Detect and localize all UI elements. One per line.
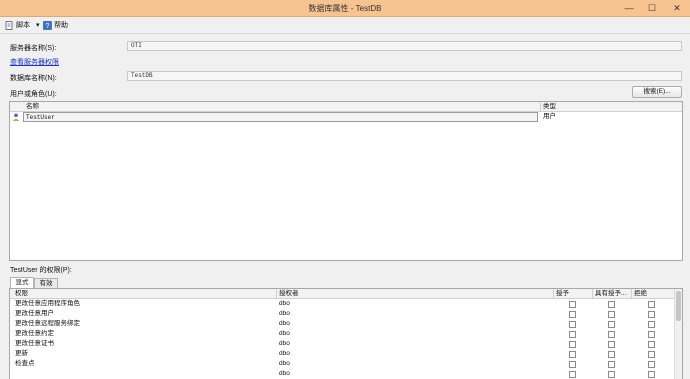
grant-checkbox[interactable] [569, 361, 576, 368]
permission-cell [13, 369, 275, 379]
chevron-down-icon[interactable]: ▾ [36, 22, 40, 29]
users-or-roles-label: 用户或角色(U): [10, 91, 57, 98]
grantor-cell: dbo [279, 300, 290, 307]
search-button[interactable]: 搜索(E)... [632, 86, 682, 98]
table-row[interactable]: dbo [10, 369, 674, 379]
with-grant-checkbox[interactable] [608, 341, 615, 348]
scrollbar-thumb[interactable] [676, 291, 681, 321]
svg-text:?: ? [46, 23, 50, 30]
grant-checkbox[interactable] [569, 371, 576, 378]
users-grid: 名称 类型 TestUser 用户 [9, 101, 683, 261]
table-row[interactable]: 更改任意约定 dbo [10, 329, 674, 339]
grant-checkbox[interactable] [569, 321, 576, 328]
toolbar: 脚本 ▾ ? 帮助 [0, 17, 690, 34]
permissions-grid-header: 权限 授权者 授予 具有授予... 拒绝 [10, 289, 674, 299]
grant-checkbox[interactable] [569, 331, 576, 338]
with-grant-checkbox[interactable] [608, 331, 615, 338]
script-label: 脚本 [16, 22, 30, 29]
permission-cell: 更新 [15, 350, 28, 357]
user-name-cell[interactable]: TestUser [23, 112, 538, 122]
column-header-type[interactable]: 类型 [541, 102, 681, 112]
column-header-grantor[interactable]: 授权者 [277, 289, 552, 299]
script-icon [5, 20, 14, 30]
deny-checkbox[interactable] [648, 351, 655, 358]
grantor-cell: dbo [279, 310, 290, 317]
window-title: 数据库属性 - TestDB [308, 4, 382, 13]
permission-cell: 更改任意应用程序角色 [15, 300, 80, 307]
help-icon: ? [43, 20, 52, 30]
deny-checkbox[interactable] [648, 321, 655, 328]
table-row[interactable]: 更改任意远程服务绑定 dbo [10, 319, 674, 329]
table-row[interactable]: 检查点 dbo [10, 359, 674, 369]
table-row[interactable]: 更改任意证书 dbo [10, 339, 674, 349]
with-grant-checkbox[interactable] [608, 301, 615, 308]
script-menu-button[interactable]: 脚本 ▾ [5, 20, 39, 31]
grantor-cell: dbo [279, 330, 290, 337]
permission-cell: 检查点 [15, 360, 35, 367]
table-row[interactable]: 更改任意应用程序角色 dbo [10, 299, 674, 309]
close-button[interactable]: ✕ [664, 0, 690, 17]
table-row[interactable]: 更新 dbo [10, 349, 674, 359]
deny-checkbox[interactable] [648, 311, 655, 318]
table-row[interactable]: 更改任意用户 dbo [10, 309, 674, 319]
grantor-cell: dbo [279, 360, 290, 367]
table-row[interactable]: TestUser 用户 [10, 112, 682, 122]
with-grant-checkbox[interactable] [608, 361, 615, 368]
permission-cell: 更改任意证书 [15, 340, 54, 347]
database-name-label: 数据库名称(N): [10, 75, 57, 82]
help-button[interactable]: ? 帮助 [43, 20, 68, 31]
grant-checkbox[interactable] [569, 341, 576, 348]
server-name-label: 服务器名称(S): [10, 45, 57, 52]
deny-checkbox[interactable] [648, 301, 655, 308]
deny-checkbox[interactable] [648, 361, 655, 368]
permissions-label: TestUser 的权限(P): [10, 267, 72, 274]
maximize-button[interactable]: ☐ [641, 0, 663, 17]
grant-checkbox[interactable] [569, 311, 576, 318]
permission-cell: 更改任意约定 [15, 330, 54, 337]
minimize-button[interactable]: — [618, 0, 640, 17]
with-grant-checkbox[interactable] [608, 321, 615, 328]
permissions-grid: 权限 授权者 授予 具有授予... 拒绝 更改任意应用程序角色 dbo 更改任意… [9, 288, 683, 379]
grantor-cell: dbo [279, 340, 290, 347]
grantor-cell: dbo [279, 370, 290, 377]
permissions-scrollbar[interactable] [674, 289, 682, 379]
permission-cell: 更改任意用户 [15, 310, 54, 317]
database-name-field[interactable]: TestDB [127, 71, 682, 81]
user-type-cell: 用户 [543, 113, 556, 120]
column-header-deny[interactable]: 拒绝 [632, 289, 674, 299]
column-header-grant[interactable]: 授予 [554, 289, 592, 299]
with-grant-checkbox[interactable] [608, 311, 615, 318]
grantor-cell: dbo [279, 320, 290, 327]
deny-checkbox[interactable] [648, 341, 655, 348]
column-header-permission[interactable]: 权限 [13, 289, 275, 299]
deny-checkbox[interactable] [648, 371, 655, 378]
grant-checkbox[interactable] [569, 351, 576, 358]
column-header-name[interactable]: 名称 [24, 102, 534, 112]
title-bar: 数据库属性 - TestDB — ☐ ✕ [0, 0, 690, 17]
user-icon [12, 113, 20, 121]
users-grid-header: 名称 类型 [10, 102, 682, 112]
server-name-field[interactable]: OTI [127, 41, 682, 51]
deny-checkbox[interactable] [648, 331, 655, 338]
with-grant-checkbox[interactable] [608, 371, 615, 378]
grantor-cell: dbo [279, 350, 290, 357]
view-server-permissions-link[interactable]: 查看服务器权限 [10, 57, 59, 67]
help-label: 帮助 [54, 22, 68, 29]
with-grant-checkbox[interactable] [608, 351, 615, 358]
column-header-with-grant[interactable]: 具有授予... [593, 289, 631, 299]
permission-cell: 更改任意远程服务绑定 [15, 320, 80, 327]
grant-checkbox[interactable] [569, 301, 576, 308]
